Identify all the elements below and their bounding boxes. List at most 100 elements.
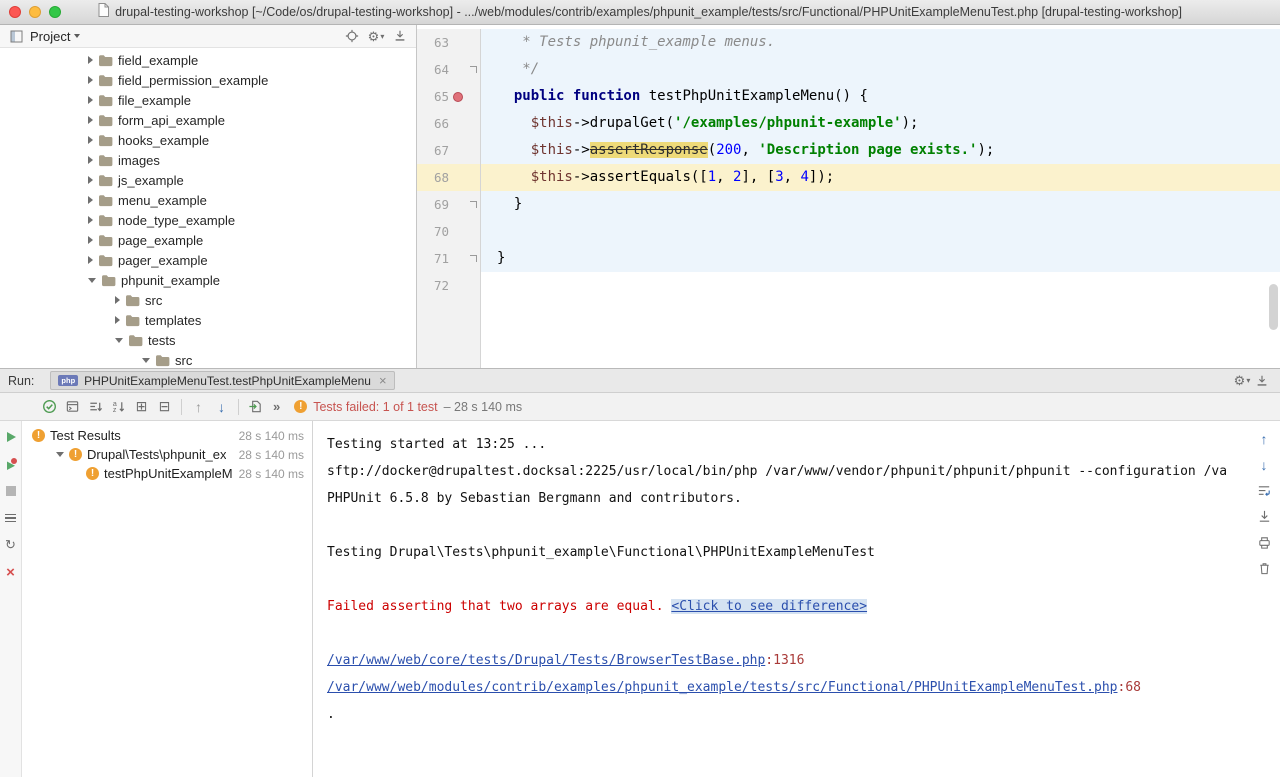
chevron-right-icon[interactable]: [88, 176, 93, 184]
project-tree-item[interactable]: field_example: [0, 50, 416, 70]
show-output-button[interactable]: [61, 396, 84, 418]
fold-marker-icon[interactable]: [470, 255, 477, 262]
project-tree-item[interactable]: js_example: [0, 170, 416, 190]
editor-line[interactable]: 69 }: [417, 191, 1280, 218]
chevron-right-icon[interactable]: [115, 296, 120, 304]
next-failed-test-button[interactable]: ↓: [210, 396, 233, 418]
scrollbar-thumb[interactable]: [1269, 284, 1278, 330]
code-text[interactable]: $this->assertResponse(200, 'Description …: [481, 137, 1280, 164]
rerun-button[interactable]: [3, 429, 19, 445]
code-text[interactable]: public function testPhpUnitExampleMenu()…: [481, 83, 1280, 110]
editor-line[interactable]: 67 $this->assertResponse(200, 'Descripti…: [417, 137, 1280, 164]
test-history-button[interactable]: [3, 510, 19, 526]
project-tree-item[interactable]: src: [0, 290, 416, 310]
zoom-window-button[interactable]: [49, 6, 61, 18]
test-marker-icon[interactable]: [453, 92, 463, 102]
test-tree-item[interactable]: !Drupal\Tests\phpunit_ex28 s 140 ms: [22, 445, 312, 464]
editor[interactable]: 63 * Tests phpunit_example menus.64 */65…: [417, 25, 1280, 368]
run-settings-gear-icon[interactable]: ⚙▾: [1232, 372, 1252, 390]
editor-line[interactable]: 65 public function testPhpUnitExampleMen…: [417, 83, 1280, 110]
chevron-down-icon[interactable]: [115, 338, 123, 343]
code-text[interactable]: * Tests phpunit_example menus.: [481, 29, 1280, 56]
minimize-window-button[interactable]: [29, 6, 41, 18]
file-link[interactable]: /var/www/web/modules/contrib/examples/ph…: [327, 680, 1118, 695]
chevron-down-icon[interactable]: [142, 358, 150, 363]
hide-run-panel-icon[interactable]: [1252, 372, 1272, 390]
project-tree-item[interactable]: templates: [0, 310, 416, 330]
line-number-ref[interactable]: :1316: [765, 653, 804, 668]
fold-marker-icon[interactable]: [470, 201, 477, 208]
print-button[interactable]: [1255, 534, 1273, 551]
code-text[interactable]: }: [481, 245, 1280, 272]
chevron-right-icon[interactable]: [88, 216, 93, 224]
chevron-right-icon[interactable]: [115, 316, 120, 324]
show-passed-button[interactable]: [38, 396, 61, 418]
down-stack-trace-button[interactable]: ↓: [1255, 456, 1273, 473]
import-test-results-button[interactable]: [244, 396, 267, 418]
project-tree-item[interactable]: pager_example: [0, 250, 416, 270]
chevron-down-icon[interactable]: [88, 278, 96, 283]
test-tree-item[interactable]: !Test Results28 s 140 ms: [22, 426, 312, 445]
collapse-all-button[interactable]: ⊟: [153, 396, 176, 418]
close-run-panel-button[interactable]: ×: [3, 564, 19, 580]
project-panel-title[interactable]: Project: [30, 29, 70, 44]
run-tab[interactable]: php PHPUnitExampleMenuTest.testPhpUnitEx…: [50, 371, 394, 390]
close-window-button[interactable]: [9, 6, 21, 18]
code-text[interactable]: $this->assertEquals([1, 2], [3, 4]);: [481, 164, 1280, 191]
chevron-down-icon[interactable]: [74, 34, 80, 38]
chevron-right-icon[interactable]: [88, 256, 93, 264]
editor-line[interactable]: 66 $this->drupalGet('/examples/phpunit-e…: [417, 110, 1280, 137]
clear-console-button[interactable]: [1255, 560, 1273, 577]
editor-scrollbar[interactable]: [1268, 25, 1279, 368]
chevron-down-icon[interactable]: [56, 452, 64, 457]
console[interactable]: Testing started at 13:25 ...sftp://docke…: [313, 421, 1280, 777]
project-tree-item[interactable]: tests: [0, 330, 416, 350]
project-tree-item[interactable]: page_example: [0, 230, 416, 250]
project-tree-item[interactable]: phpunit_example: [0, 270, 416, 290]
up-stack-trace-button[interactable]: ↑: [1255, 430, 1273, 447]
chevron-right-icon[interactable]: [88, 196, 93, 204]
code-text[interactable]: [481, 218, 1280, 245]
previous-failed-test-button[interactable]: ↑: [187, 396, 210, 418]
project-tree-item[interactable]: src: [0, 350, 416, 368]
chevron-right-icon[interactable]: [88, 56, 93, 64]
chevron-right-icon[interactable]: [88, 96, 93, 104]
close-tab-icon[interactable]: ×: [379, 374, 387, 387]
editor-line[interactable]: 70: [417, 218, 1280, 245]
line-number-ref[interactable]: :68: [1118, 680, 1141, 695]
chevron-right-icon[interactable]: [88, 156, 93, 164]
sort-alphabetically-button[interactable]: az: [107, 396, 130, 418]
scroll-to-end-button[interactable]: [1255, 508, 1273, 525]
more-actions-icon[interactable]: »: [273, 399, 280, 414]
editor-line[interactable]: 71}: [417, 245, 1280, 272]
editor-line[interactable]: 63 * Tests phpunit_example menus.: [417, 29, 1280, 56]
toggle-auto-test-button[interactable]: ↻: [3, 537, 19, 553]
project-tree-item[interactable]: node_type_example: [0, 210, 416, 230]
test-tree-item[interactable]: !testPhpUnitExampleM28 s 140 ms: [22, 464, 312, 483]
code-text[interactable]: [481, 272, 1280, 299]
code-text[interactable]: */: [481, 56, 1280, 83]
rerun-failed-tests-button[interactable]: [3, 456, 19, 472]
stop-button[interactable]: [3, 483, 19, 499]
diff-link[interactable]: <Click to see difference>: [671, 599, 867, 614]
gear-icon[interactable]: ⚙▾: [366, 27, 386, 45]
project-tree-item[interactable]: field_permission_example: [0, 70, 416, 90]
project-tree-item[interactable]: images: [0, 150, 416, 170]
code-text[interactable]: }: [481, 191, 1280, 218]
project-tree-item[interactable]: form_api_example: [0, 110, 416, 130]
chevron-right-icon[interactable]: [88, 76, 93, 84]
locate-file-icon[interactable]: [342, 27, 362, 45]
chevron-right-icon[interactable]: [88, 136, 93, 144]
project-tree-item[interactable]: menu_example: [0, 190, 416, 210]
project-tree-item[interactable]: file_example: [0, 90, 416, 110]
project-tree-item[interactable]: hooks_example: [0, 130, 416, 150]
editor-line[interactable]: 68 $this->assertEquals([1, 2], [3, 4]);: [417, 164, 1280, 191]
chevron-right-icon[interactable]: [88, 116, 93, 124]
editor-line[interactable]: 72: [417, 272, 1280, 299]
expand-all-button[interactable]: ⊞: [130, 396, 153, 418]
fold-marker-icon[interactable]: [470, 66, 477, 73]
editor-line[interactable]: 64 */: [417, 56, 1280, 83]
code-text[interactable]: $this->drupalGet('/examples/phpunit-exam…: [481, 110, 1280, 137]
chevron-right-icon[interactable]: [88, 236, 93, 244]
hide-panel-icon[interactable]: [390, 27, 410, 45]
